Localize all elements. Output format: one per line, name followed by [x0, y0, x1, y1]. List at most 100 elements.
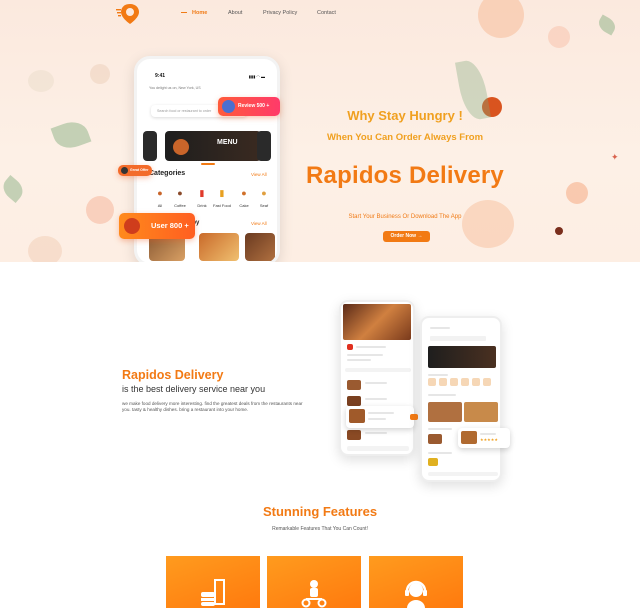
food-item-image	[428, 434, 442, 444]
burger-card-image	[461, 431, 477, 444]
mcdonalds-logo-icon	[347, 344, 353, 350]
support-agent-icon	[405, 580, 427, 608]
text-placeholder	[368, 418, 386, 420]
menu-item-image	[347, 430, 361, 440]
category-fast-food[interactable]: ▮ Fast Food	[213, 187, 231, 208]
cart-bar	[347, 446, 409, 451]
menu-tabs	[345, 368, 411, 372]
food-item-image	[464, 402, 498, 422]
nav-home-link[interactable]: Home	[192, 10, 207, 16]
features-subtitle: Remarkable Features That You Can Count!	[272, 526, 368, 532]
menu-item-image	[347, 396, 361, 406]
category-chip	[472, 378, 480, 386]
category-chip	[461, 378, 469, 386]
menu-item-image	[347, 380, 361, 390]
burger-icon: ●	[157, 188, 163, 198]
about-brand-title: Rapidos Delivery	[122, 368, 224, 382]
food-item-image	[428, 458, 438, 466]
offer-badge: Great Offer	[118, 165, 152, 176]
text-placeholder	[365, 398, 387, 400]
review-badge: Review 500 +	[218, 97, 280, 116]
order-now-button[interactable]: Order Now →	[383, 231, 430, 242]
text-placeholder	[365, 432, 387, 434]
feature-card-delivery[interactable]	[267, 556, 361, 608]
burger-hero-image	[343, 304, 411, 340]
about-description: we make food delivery more interesting. …	[122, 401, 303, 413]
restaurant-screen-mockup	[339, 300, 415, 456]
scooter-delivery-icon	[301, 580, 327, 608]
leaf-decoration	[50, 116, 92, 154]
fastfood-icon	[201, 579, 225, 606]
nearby-food-image[interactable]	[245, 233, 275, 261]
food-card-image	[349, 409, 365, 423]
garlic-decoration	[28, 70, 54, 92]
category-coffee[interactable]: ● Coffee	[171, 187, 189, 208]
home-screen-mockup	[420, 316, 502, 482]
pumpkin-decoration	[462, 200, 514, 248]
promo-banner-right	[257, 131, 271, 161]
text-placeholder	[365, 382, 387, 384]
bottom-tab-bar	[428, 472, 498, 476]
categories-title: Categories	[149, 170, 186, 177]
add-to-cart-button[interactable]	[410, 414, 418, 420]
category-chip	[439, 378, 447, 386]
category-seafood[interactable]: ● Seaf	[255, 187, 273, 208]
nav-privacy-link[interactable]: Privacy Policy	[263, 10, 297, 16]
text-placeholder	[428, 428, 452, 430]
about-subtitle: is the best delivery service near you	[122, 384, 266, 394]
user-count-badge: User 800 +	[119, 213, 195, 239]
cake-icon: ●	[241, 188, 247, 198]
top-navbar: Home About Privacy Policy Contact	[0, 0, 640, 30]
phone-location-text: You delight us on, New York, US	[149, 86, 201, 90]
nav-about-link[interactable]: About	[228, 10, 242, 16]
nav-active-dash	[181, 12, 187, 13]
features-title: Stunning Features	[262, 504, 378, 519]
text-placeholder	[347, 359, 371, 361]
floating-burger-card: ★★★★★	[458, 428, 510, 448]
drink-icon: ▮	[199, 188, 205, 198]
user-avatar	[124, 218, 140, 234]
hero-headline: Why Stay Hungry !	[347, 108, 463, 123]
category-cake[interactable]: ● Cake	[235, 187, 253, 208]
nearby-view-all-link[interactable]: View All	[251, 221, 267, 226]
star-icon: ✦	[611, 152, 619, 162]
rapidos-logo-icon[interactable]	[116, 2, 144, 26]
feature-card-food[interactable]	[166, 556, 260, 608]
categories-view-all-link[interactable]: View All	[251, 172, 267, 177]
category-chip	[450, 378, 458, 386]
phone-status-icons: ▮▮▮ ◠ ▬	[248, 74, 265, 79]
hero-section: ✦ Home About Privacy Policy Contact 9:41…	[0, 0, 640, 262]
category-chip	[428, 378, 436, 386]
text-placeholder	[430, 327, 450, 329]
text-placeholder	[356, 346, 386, 348]
cherry-decoration	[555, 227, 563, 235]
phone-time: 9:41	[155, 73, 166, 79]
nav-contact-link[interactable]: Contact	[317, 10, 336, 16]
veggie-decoration	[28, 236, 62, 262]
text-placeholder	[428, 394, 456, 396]
hero-tagline: Start Your Business Or Download The App	[348, 214, 462, 220]
text-placeholder	[428, 374, 448, 376]
orange-decoration	[566, 182, 588, 204]
promo-banner-left	[143, 131, 157, 161]
fish-icon: ●	[261, 188, 267, 198]
nearby-food-image[interactable]	[199, 233, 239, 261]
offer-avatar	[121, 167, 128, 174]
text-placeholder	[428, 452, 452, 454]
leaf-decoration	[0, 175, 28, 203]
feature-card-support[interactable]	[369, 556, 463, 608]
hero-subheadline: When You Can Order Always From	[326, 132, 484, 143]
text-placeholder	[480, 433, 496, 435]
reviewer-avatar	[222, 100, 235, 113]
category-chip	[483, 378, 491, 386]
coffee-icon: ●	[177, 188, 183, 198]
category-all[interactable]: ● All	[151, 187, 169, 208]
onion-decoration	[90, 64, 110, 84]
food-item-image	[428, 402, 462, 422]
promo-banner-menu: MENU	[165, 131, 261, 161]
text-placeholder	[368, 412, 394, 414]
category-drink[interactable]: ▮ Drink	[193, 187, 211, 208]
menu-banner-image	[428, 346, 496, 368]
hero-brand-title: Rapidos Delivery	[306, 162, 504, 189]
carousel-dots	[201, 163, 215, 165]
